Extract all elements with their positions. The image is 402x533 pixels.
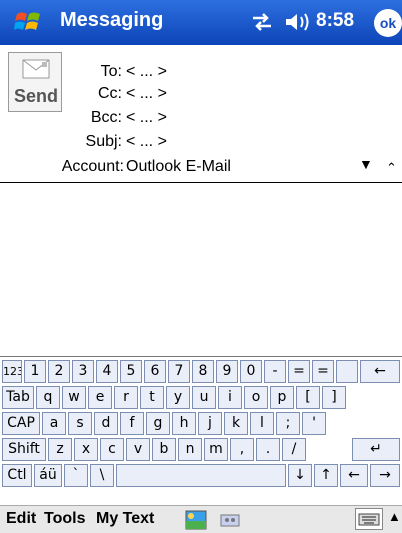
backspace-key[interactable]: ← xyxy=(360,360,400,383)
key[interactable]: m xyxy=(204,438,228,461)
key[interactable]: t xyxy=(140,386,164,409)
send-button[interactable]: Send xyxy=(8,52,62,112)
key[interactable] xyxy=(336,360,358,383)
key[interactable]: a xyxy=(42,412,66,435)
tools-menu[interactable]: Tools xyxy=(44,510,85,528)
connectivity-icon[interactable] xyxy=(251,12,273,32)
accent-key[interactable]: áü xyxy=(34,464,62,487)
keyboard-icon[interactable] xyxy=(355,508,383,530)
volume-icon[interactable] xyxy=(283,11,311,33)
to-label[interactable]: To: xyxy=(42,63,122,81)
bcc-label[interactable]: Bcc: xyxy=(42,109,122,127)
key[interactable]: 1 xyxy=(24,360,46,383)
key[interactable]: s xyxy=(68,412,92,435)
key[interactable]: y xyxy=(166,386,190,409)
key[interactable]: 8 xyxy=(192,360,214,383)
key[interactable]: o xyxy=(244,386,268,409)
recording-icon[interactable] xyxy=(219,510,241,530)
key[interactable]: [ xyxy=(296,386,320,409)
soft-keyboard: 123 1 2 3 4 5 6 7 8 9 0 - = = ← Tab q w … xyxy=(0,356,402,504)
key[interactable]: i xyxy=(218,386,242,409)
account-select[interactable]: Outlook E-Mail xyxy=(126,158,231,176)
key[interactable]: 3 xyxy=(72,360,94,383)
shift-key[interactable]: Shift xyxy=(2,438,46,461)
key[interactable]: ` xyxy=(64,464,88,487)
collapse-header-icon[interactable]: ⌃ xyxy=(386,160,397,176)
key[interactable]: 9 xyxy=(216,360,238,383)
sip-menu-arrow-icon[interactable]: ▲ xyxy=(388,509,401,524)
edit-menu[interactable]: Edit xyxy=(6,510,36,528)
windows-flag-icon[interactable] xyxy=(14,8,44,36)
key[interactable]: r xyxy=(114,386,138,409)
key[interactable]: j xyxy=(198,412,222,435)
key[interactable]: 5 xyxy=(120,360,142,383)
key[interactable]: z xyxy=(48,438,72,461)
key[interactable]: \ xyxy=(90,464,114,487)
key[interactable]: w xyxy=(62,386,86,409)
up-arrow-key[interactable]: ↑ xyxy=(314,464,338,487)
to-field[interactable]: < ... > xyxy=(126,63,167,81)
key[interactable]: d xyxy=(94,412,118,435)
header-divider xyxy=(0,182,402,183)
title-bar: Messaging 8:58 ok xyxy=(0,0,402,45)
key[interactable]: 4 xyxy=(96,360,118,383)
key[interactable]: - xyxy=(264,360,286,383)
down-arrow-key[interactable]: ↓ xyxy=(288,464,312,487)
key[interactable]: 6 xyxy=(144,360,166,383)
ok-button[interactable]: ok xyxy=(374,9,402,37)
key[interactable]: f xyxy=(120,412,144,435)
left-arrow-key[interactable]: ← xyxy=(340,464,368,487)
key[interactable]: q xyxy=(36,386,60,409)
key[interactable]: 2 xyxy=(48,360,70,383)
ctrl-key[interactable]: Ctl xyxy=(2,464,32,487)
key[interactable]: c xyxy=(100,438,124,461)
right-arrow-key[interactable]: → xyxy=(370,464,400,487)
my-text-menu[interactable]: My Text xyxy=(96,510,154,528)
key[interactable]: h xyxy=(172,412,196,435)
key[interactable]: l xyxy=(250,412,274,435)
caps-key[interactable]: CAP xyxy=(2,412,40,435)
key[interactable]: , xyxy=(230,438,254,461)
cc-label[interactable]: Cc: xyxy=(42,85,122,103)
key[interactable]: ] xyxy=(322,386,346,409)
dropdown-arrow-icon[interactable]: ▼ xyxy=(359,156,373,172)
enter-key[interactable]: ↵ xyxy=(352,438,400,461)
bcc-field[interactable]: < ... > xyxy=(126,109,167,127)
key[interactable]: = xyxy=(288,360,310,383)
message-body[interactable] xyxy=(0,184,402,352)
key[interactable]: u xyxy=(192,386,216,409)
key[interactable]: ; xyxy=(276,412,300,435)
menu-bar: Edit Tools My Text ▲ xyxy=(0,505,402,533)
subject-label: Subj: xyxy=(85,133,122,150)
key[interactable]: k xyxy=(224,412,248,435)
key[interactable]: b xyxy=(152,438,176,461)
key[interactable]: x xyxy=(74,438,98,461)
key[interactable]: n xyxy=(178,438,202,461)
key[interactable]: 0 xyxy=(240,360,262,383)
key[interactable]: p xyxy=(270,386,294,409)
tab-key[interactable]: Tab xyxy=(2,386,34,409)
key[interactable]: 7 xyxy=(168,360,190,383)
key[interactable]: . xyxy=(256,438,280,461)
space-key[interactable] xyxy=(116,464,286,487)
key[interactable]: g xyxy=(146,412,170,435)
key[interactable]: e xyxy=(88,386,112,409)
account-label: Account: xyxy=(61,158,124,175)
picture-icon[interactable] xyxy=(185,510,207,530)
subject-field[interactable]: < ... > xyxy=(126,133,167,151)
key[interactable]: v xyxy=(126,438,150,461)
cc-field[interactable]: < ... > xyxy=(126,85,167,103)
clock[interactable]: 8:58 xyxy=(316,10,354,32)
key[interactable]: = xyxy=(312,360,334,383)
key[interactable]: / xyxy=(282,438,306,461)
key[interactable]: ' xyxy=(302,412,326,435)
key-123[interactable]: 123 xyxy=(2,360,22,383)
app-title: Messaging xyxy=(60,9,164,31)
